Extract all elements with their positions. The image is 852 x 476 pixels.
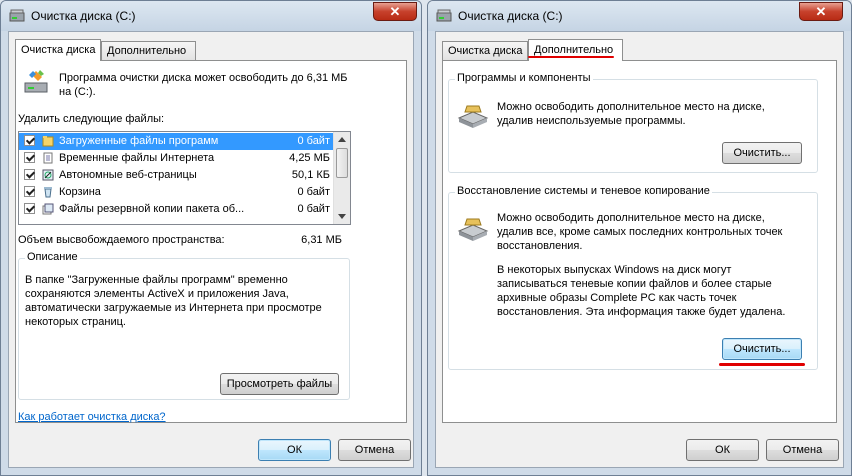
disk-drive-icon: [436, 9, 452, 22]
list-item[interactable]: Корзина 0 байт: [19, 184, 334, 201]
checkbox[interactable]: [24, 152, 35, 163]
file-category-size: 0 байт: [297, 203, 330, 215]
files-list[interactable]: Загруженные файлы программ 0 байт Времен…: [18, 131, 351, 225]
tab-disk-cleanup[interactable]: Очистка диска: [15, 39, 101, 61]
file-category-name: Временные файлы Интернета: [59, 152, 215, 164]
files-to-delete-label: Удалить следующие файлы:: [18, 113, 165, 125]
description-title: Описание: [25, 251, 80, 263]
restore-description-2: В некоторых выпусках Windows на диск мог…: [497, 264, 786, 318]
document-icon: [43, 152, 53, 164]
ok-button[interactable]: ОК: [258, 439, 331, 461]
checkbox[interactable]: [24, 203, 35, 214]
scroll-down-arrow-icon[interactable]: [338, 214, 346, 219]
checkbox[interactable]: [24, 135, 35, 146]
file-category-size: 0 байт: [297, 135, 330, 147]
title-bar[interactable]: Очистка диска (C:) ✕: [428, 1, 851, 31]
programs-cleanup-icon: [457, 105, 489, 128]
space-to-free-label: Объем высвобождаемого пространства:: [18, 234, 225, 246]
recycle-bin-icon: [44, 187, 52, 198]
cancel-button[interactable]: Отмена: [338, 439, 411, 461]
list-item[interactable]: Автономные веб-страницы 50,1 КБ: [19, 167, 334, 184]
tab-more-options[interactable]: Дополнительно: [101, 41, 196, 60]
view-files-button[interactable]: Просмотреть файлы: [220, 373, 339, 395]
backup-files-icon: [42, 203, 54, 215]
tab-highlight-underline: [528, 56, 614, 58]
file-category-name: Корзина: [59, 186, 101, 198]
checkbox[interactable]: [24, 186, 35, 197]
list-item[interactable]: Файлы резервной копии пакета об... 0 бай…: [19, 201, 334, 218]
scrollbar-thumb[interactable]: [336, 148, 348, 178]
programs-group: Программы и компоненты Можно освободить …: [448, 72, 818, 173]
dialog-body: Очистка диска Дополнительно Программы и …: [435, 31, 844, 468]
programs-description: Можно освободить дополнительное место на…: [497, 101, 765, 127]
disk-cleanup-window-right: Очистка диска (C:) ✕ Очистка диска Допол…: [427, 0, 852, 476]
file-category-name: Автономные веб-страницы: [59, 169, 197, 181]
system-restore-group: Восстановление системы и теневое копиров…: [448, 185, 818, 370]
disk-cleanup-window-left: Очистка диска (C:) ✕ Очистка диска Допол…: [0, 0, 422, 476]
file-category-name: Файлы резервной копии пакета об...: [59, 203, 245, 215]
disk-cleanup-icon: [24, 70, 48, 93]
scroll-up-arrow-icon[interactable]: [338, 137, 346, 142]
file-category-size: 4,25 МБ: [289, 152, 330, 164]
restore-description-1: Можно освободить дополнительное место на…: [497, 212, 783, 252]
cleanup-intro-text: Программа очистки диска может освободить…: [59, 72, 348, 98]
system-restore-group-title: Восстановление системы и теневое копиров…: [455, 185, 712, 197]
dialog-body: Очистка диска Дополнительно Программа оч…: [8, 31, 414, 468]
file-category-name: Загруженные файлы программ: [59, 135, 219, 147]
help-link[interactable]: Как работает очистка диска?: [18, 410, 166, 424]
vertical-scrollbar[interactable]: [333, 132, 350, 224]
offline-page-icon: [42, 169, 54, 181]
cleanup-restore-button[interactable]: Очистить...: [722, 338, 802, 360]
restore-cleanup-icon: [457, 218, 489, 241]
disk-drive-icon: [9, 9, 25, 22]
tab-panel-more-options: Программы и компоненты Можно освободить …: [442, 60, 837, 423]
file-category-size: 50,1 КБ: [291, 169, 330, 181]
file-category-size: 0 байт: [297, 186, 330, 198]
window-title: Очистка диска (C:): [458, 9, 563, 23]
list-item[interactable]: Временные файлы Интернета 4,25 МБ: [19, 150, 334, 167]
ok-button[interactable]: ОК: [686, 439, 759, 461]
window-title: Очистка диска (C:): [31, 9, 136, 23]
folder-icon: [42, 136, 54, 147]
tab-disk-cleanup[interactable]: Очистка диска: [442, 41, 528, 60]
description-text: В папке "Загруженные файлы программ" вре…: [25, 274, 322, 328]
button-highlight-underline: [719, 363, 805, 366]
close-button[interactable]: ✕: [799, 2, 843, 21]
close-button[interactable]: ✕: [373, 2, 417, 21]
checkbox[interactable]: [24, 169, 35, 180]
description-group: Описание В папке "Загруженные файлы прог…: [18, 251, 350, 400]
title-bar[interactable]: Очистка диска (C:) ✕: [1, 1, 421, 31]
space-to-free-value: 6,31 МБ: [301, 234, 342, 246]
tab-panel-disk-cleanup: Программа очистки диска может освободить…: [15, 60, 407, 423]
list-item[interactable]: Загруженные файлы программ 0 байт: [19, 133, 334, 150]
programs-group-title: Программы и компоненты: [455, 72, 593, 84]
cancel-button[interactable]: Отмена: [766, 439, 839, 461]
cleanup-programs-button[interactable]: Очистить...: [722, 142, 802, 164]
